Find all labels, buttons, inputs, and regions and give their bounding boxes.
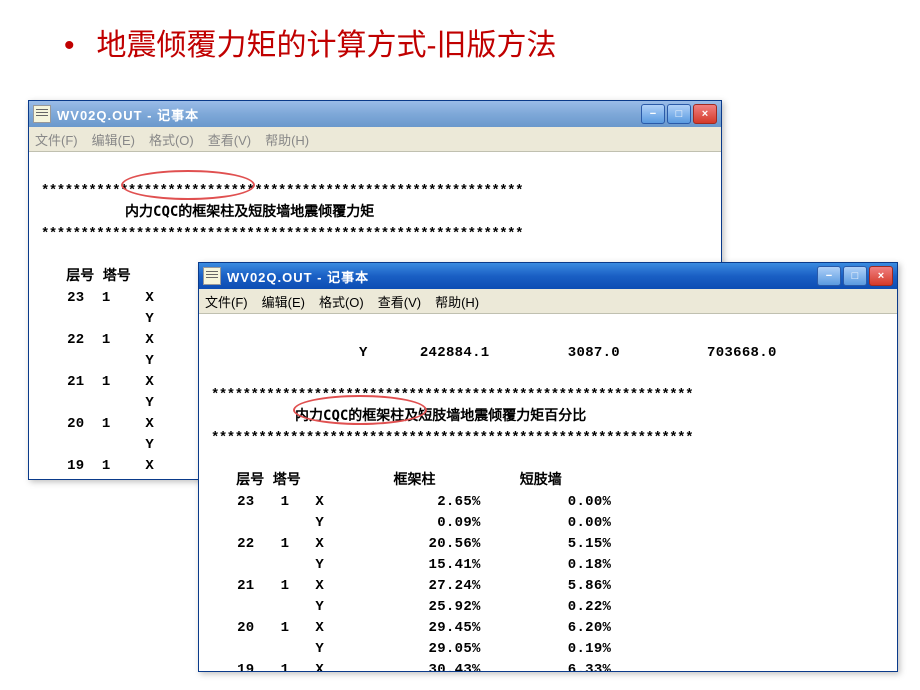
menu-edit[interactable]: 编辑(E) — [92, 130, 135, 149]
menu-help[interactable]: 帮助(H) — [265, 130, 309, 149]
bullet: • — [64, 29, 75, 62]
notepad-window-front[interactable]: WV02Q.OUT - 记事本 − □ × 文件(F) 编辑(E) 格式(O) … — [198, 262, 898, 672]
menubar: 文件(F) 编辑(E) 格式(O) 查看(V) 帮助(H) — [29, 127, 721, 152]
close-button[interactable]: × — [869, 266, 893, 286]
maximize-button[interactable]: □ — [667, 104, 691, 124]
pre-row: Y 242884.1 3087.0 703668.0 — [211, 345, 777, 361]
divider-stars: ****************************************… — [41, 183, 523, 199]
menu-view[interactable]: 查看(V) — [378, 292, 421, 311]
slide-title-text: 地震倾覆力矩的计算方式-旧版方法 — [97, 29, 557, 62]
table-header: 层号 塔号 框架柱 短肢墙 — [211, 472, 562, 488]
titlebar[interactable]: WV02Q.OUT - 记事本 − □ × — [29, 101, 721, 127]
maximize-button[interactable]: □ — [843, 266, 867, 286]
menu-file[interactable]: 文件(F) — [205, 292, 248, 311]
menu-view[interactable]: 查看(V) — [208, 130, 251, 149]
notepad-icon — [33, 105, 51, 123]
divider-stars: ****************************************… — [211, 387, 693, 403]
menu-format[interactable]: 格式(O) — [149, 130, 194, 149]
section-title: 内力CQC的框架柱及短肢墙地震倾覆力矩 — [125, 204, 374, 220]
menu-edit[interactable]: 编辑(E) — [262, 292, 305, 311]
text-content[interactable]: Y 242884.1 3087.0 703668.0 *************… — [199, 314, 897, 671]
data-rows: 23 1 X 2.65% 0.00% Y 0.09% 0.00% 22 1 X … — [211, 492, 885, 671]
titlebar[interactable]: WV02Q.OUT - 记事本 − □ × — [199, 263, 897, 289]
section-title: 内力CQC的框架柱及短肢墙地震倾覆力矩百分比 — [295, 408, 586, 424]
minimize-button[interactable]: − — [817, 266, 841, 286]
divider-stars: ****************************************… — [41, 226, 523, 242]
slide-title: • 地震倾覆力矩的计算方式-旧版方法 — [64, 20, 557, 64]
close-button[interactable]: × — [693, 104, 717, 124]
menu-format[interactable]: 格式(O) — [319, 292, 364, 311]
window-title: WV02Q.OUT - 记事本 — [227, 267, 817, 286]
divider-stars: ****************************************… — [211, 430, 693, 446]
notepad-icon — [203, 267, 221, 285]
menu-help[interactable]: 帮助(H) — [435, 292, 479, 311]
menu-file[interactable]: 文件(F) — [35, 130, 78, 149]
minimize-button[interactable]: − — [641, 104, 665, 124]
menubar: 文件(F) 编辑(E) 格式(O) 查看(V) 帮助(H) — [199, 289, 897, 314]
window-title: WV02Q.OUT - 记事本 — [57, 105, 641, 124]
